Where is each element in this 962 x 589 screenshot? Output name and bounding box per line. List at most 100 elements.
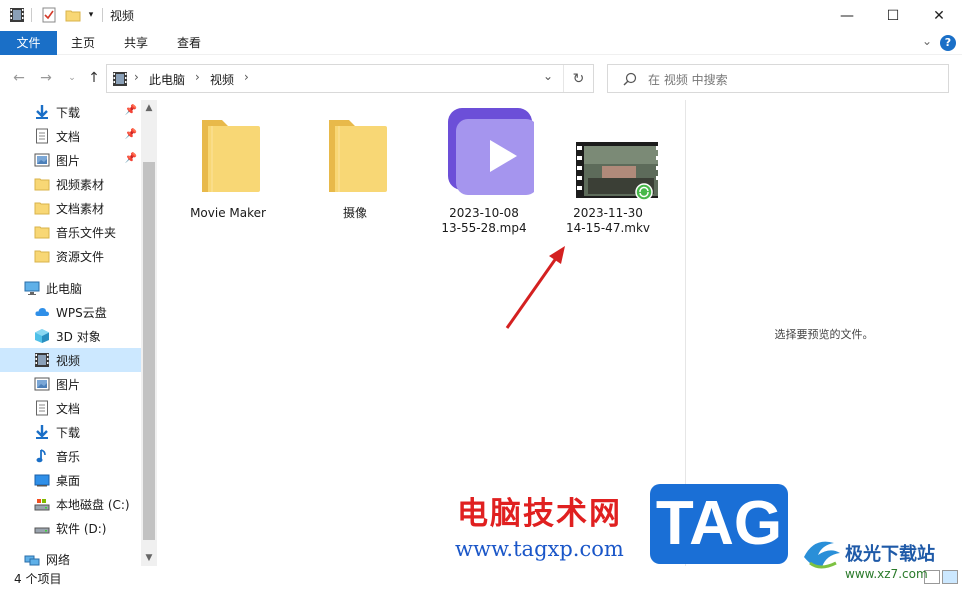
preview-message: 选择要预览的文件。 [774, 328, 874, 341]
expand-ribbon-chevron-icon[interactable]: ⌄ [922, 34, 932, 48]
sidebar-item-label: 本地磁盘 (C:) [56, 497, 130, 512]
sidebar-item-pictures-pc[interactable]: 图片 [0, 372, 141, 396]
file-item-folder[interactable]: 摄像 [290, 112, 420, 221]
sidebar-item-label: 音乐文件夹 [56, 225, 117, 240]
large-icons-view-icon[interactable] [942, 570, 958, 584]
help-icon[interactable]: ? [940, 35, 956, 51]
folder-icon [34, 200, 50, 216]
sidebar-item-label: 视频 [56, 353, 81, 368]
back-arrow-icon[interactable]: ← [9, 68, 29, 88]
cube-icon [34, 328, 50, 344]
document-icon [34, 400, 50, 416]
address-dropdown-chevron-icon[interactable]: ⌄ [543, 69, 553, 83]
folder-icon [305, 112, 405, 204]
sidebar-item-label: 资源文件 [56, 249, 105, 264]
sidebar-item-drive-d[interactable]: 软件 (D:) [0, 516, 141, 540]
refresh-icon[interactable]: ↻ [563, 65, 593, 92]
search-box[interactable]: 在 视频 中搜索 [607, 64, 949, 93]
drive-icon [34, 520, 50, 536]
watermark-logo: TAG [650, 484, 788, 564]
sidebar-item-downloads[interactable]: 下载 📌 [0, 100, 141, 124]
sidebar-scrollbar[interactable]: ▲ ▼ [141, 100, 157, 566]
sidebar-item-label: 图片 [56, 377, 81, 392]
file-name-line: 13-55-28.mp4 [441, 221, 527, 235]
file-item-video[interactable]: 2023-11-30 14-15-47.mkv [543, 112, 673, 236]
file-name: 摄像 [342, 206, 367, 220]
download-icon [34, 104, 50, 120]
sidebar-item-resource-files[interactable]: 资源文件 [0, 244, 141, 268]
sidebar-item-label: 软件 (D:) [56, 521, 107, 536]
watermark-text: 电脑技术网 [457, 496, 622, 532]
video-icon [34, 352, 50, 368]
navigation-pane: 下载 📌 文档 📌 图片 📌 视频素材 文档素材 音乐文件夹 资源文件 此电脑 … [0, 100, 157, 567]
video-folder-icon [8, 6, 26, 24]
sidebar-item-label: 3D 对象 [56, 329, 101, 344]
breadcrumb-separator[interactable]: › [195, 70, 200, 84]
forward-arrow-icon[interactable]: → [36, 68, 56, 88]
sidebar-item-label: 桌面 [56, 473, 81, 488]
sidebar-item-drive-c[interactable]: 本地磁盘 (C:) [0, 492, 141, 516]
watermark-swirl-icon [804, 541, 840, 569]
scroll-down-arrow-icon[interactable]: ▼ [141, 550, 157, 566]
breadcrumb-this-pc[interactable]: 此电脑 [149, 71, 185, 88]
folder-icon [34, 176, 50, 192]
scrollbar-thumb[interactable] [143, 162, 155, 540]
pin-icon[interactable]: 📌 [125, 129, 137, 140]
file-name: 2023-11-30 14-15-47.mkv [543, 206, 673, 236]
sidebar-item-label: 文档 [56, 129, 81, 144]
sidebar-item-documents-pc[interactable]: 文档 [0, 396, 141, 420]
address-bar[interactable]: › 此电脑 › 视频 › ⌄ ↻ [106, 64, 594, 93]
pin-icon[interactable]: 📌 [125, 105, 137, 116]
divider [102, 8, 103, 22]
breadcrumb-separator[interactable]: › [134, 70, 139, 84]
annotation-arrow-icon [505, 246, 565, 329]
ribbon-tabs: 文件 主页 共享 查看 ⌄ ? [0, 31, 962, 55]
properties-icon[interactable] [40, 6, 58, 24]
sidebar-item-music[interactable]: 音乐 [0, 444, 141, 468]
download-icon [34, 424, 50, 440]
breadcrumb-separator[interactable]: › [244, 70, 249, 84]
sidebar-item-this-pc[interactable]: 此电脑 [0, 276, 141, 300]
sidebar-item-label: 视频素材 [56, 177, 105, 192]
sidebar-item-videos[interactable]: 视频 [0, 348, 141, 372]
sidebar-item-label: 文档 [56, 401, 81, 416]
file-item-folder[interactable]: Movie Maker [163, 112, 293, 221]
scroll-up-arrow-icon[interactable]: ▲ [141, 100, 157, 116]
breadcrumb-videos[interactable]: 视频 [210, 71, 234, 88]
sidebar-item-document-material[interactable]: 文档素材 [0, 196, 141, 220]
sidebar-item-pictures[interactable]: 图片 📌 [0, 148, 141, 172]
tab-file[interactable]: 文件 [0, 31, 57, 55]
close-button[interactable]: ✕ [916, 0, 962, 31]
up-arrow-icon[interactable]: ↑ [84, 68, 104, 88]
sidebar-item-wps-cloud[interactable]: WPS云盘 [0, 300, 141, 324]
sidebar-item-documents[interactable]: 文档 📌 [0, 124, 141, 148]
pin-icon[interactable]: 📌 [125, 153, 137, 164]
customize-toolbar-chevron-icon[interactable]: ▾ [85, 6, 97, 24]
sidebar-item-label: WPS云盘 [56, 305, 107, 320]
tab-share[interactable]: 共享 [115, 31, 157, 55]
sidebar-item-label: 文档素材 [56, 201, 105, 216]
tab-view[interactable]: 查看 [168, 31, 210, 55]
document-icon [34, 128, 50, 144]
maximize-button[interactable]: ☐ [870, 0, 916, 31]
video-player-app-icon [434, 108, 538, 204]
sidebar-item-label: 下载 [56, 105, 81, 120]
sidebar-item-label: 此电脑 [46, 281, 83, 296]
new-folder-icon[interactable] [64, 6, 82, 24]
folder-icon [178, 112, 278, 204]
sidebar-item-desktop[interactable]: 桌面 [0, 468, 141, 492]
file-item-video[interactable]: 2023-10-08 13-55-28.mp4 [419, 108, 549, 236]
sidebar-item-downloads-pc[interactable]: 下载 [0, 420, 141, 444]
file-name-line: 2023-10-08 [449, 206, 519, 220]
cloud-icon [34, 304, 50, 320]
sidebar-item-label: 网络 [46, 552, 71, 567]
recent-locations-chevron-icon[interactable]: ⌄ [62, 68, 82, 88]
sidebar-item-music-folder[interactable]: 音乐文件夹 [0, 220, 141, 244]
minimize-button[interactable]: — [824, 0, 870, 31]
drive-icon [34, 496, 50, 512]
tab-home[interactable]: 主页 [62, 31, 104, 55]
search-icon [622, 71, 638, 90]
title-bar: ▾ 视频 — ☐ ✕ [0, 0, 962, 31]
sidebar-item-video-material[interactable]: 视频素材 [0, 172, 141, 196]
sidebar-item-3d-objects[interactable]: 3D 对象 [0, 324, 141, 348]
